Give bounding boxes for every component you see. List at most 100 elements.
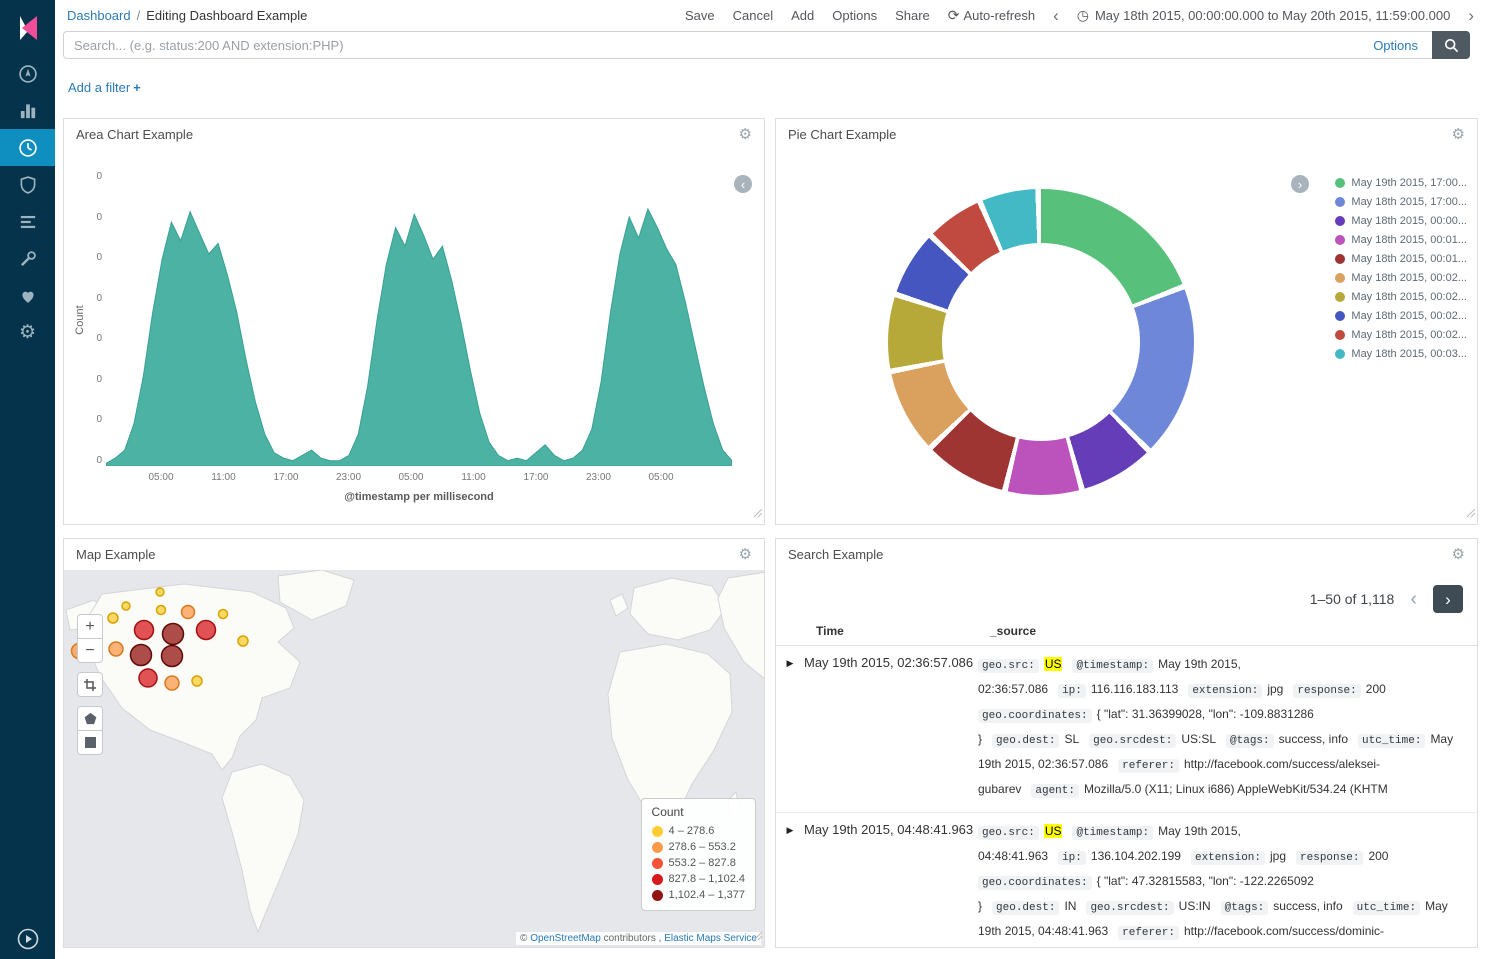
map-legend-item: 827.8 – 1,102.4 xyxy=(652,871,745,887)
world-map[interactable]: + − Count 4 – 278.6278.6 – 55 xyxy=(64,570,764,947)
panel-gear-button[interactable]: ⚙ xyxy=(1452,547,1465,562)
y-tick: 0 xyxy=(96,252,102,263)
legend-item[interactable]: May 18th 2015, 17:00... xyxy=(1335,192,1467,211)
zoom-out-button[interactable]: − xyxy=(77,638,103,663)
breadcrumb-current: Editing Dashboard Example xyxy=(146,8,307,23)
legend-label: May 18th 2015, 00:00... xyxy=(1351,215,1467,227)
legend-item[interactable]: May 18th 2015, 00:02... xyxy=(1335,325,1467,344)
sidebar-item-visualize[interactable] xyxy=(0,92,55,129)
panel-title: Area Chart Example xyxy=(76,127,193,142)
time-forward-chevron[interactable]: › xyxy=(1468,7,1474,24)
prev-page-button[interactable]: ‹ xyxy=(1406,589,1421,609)
kibana-logo-icon xyxy=(13,13,43,43)
query-options-link[interactable]: Options xyxy=(1373,38,1418,53)
sidebar-item-security[interactable] xyxy=(0,166,55,203)
topnav-options-button[interactable]: Options xyxy=(832,8,877,23)
polygon-icon xyxy=(84,712,97,725)
map-legend-color-dot xyxy=(652,890,663,901)
area-chart-plot xyxy=(106,176,732,466)
legend-label: May 18th 2015, 00:01... xyxy=(1351,234,1467,246)
legend-item[interactable]: May 18th 2015, 00:02... xyxy=(1335,287,1467,306)
field-name-badge: geo.srcdest: xyxy=(1086,901,1173,915)
field-value: 200 xyxy=(1368,849,1388,863)
field-name-badge: @tags: xyxy=(1226,734,1274,748)
zoom-in-button[interactable]: + xyxy=(77,614,103,639)
legend-item[interactable]: May 18th 2015, 00:00... xyxy=(1335,211,1467,230)
legend-item[interactable]: May 18th 2015, 00:02... xyxy=(1335,268,1467,287)
field-name-badge: utc_time: xyxy=(1353,901,1420,915)
panel-gear-button[interactable]: ⚙ xyxy=(1452,127,1465,142)
fit-bounds-button[interactable] xyxy=(77,672,103,697)
map-legend-color-dot xyxy=(652,842,663,853)
x-tick: 11:00 xyxy=(461,472,485,483)
refresh-icon: ⟳ xyxy=(948,7,960,23)
map-legend-range: 4 – 278.6 xyxy=(669,825,715,837)
draw-rectangle-button[interactable] xyxy=(77,730,103,755)
table-row[interactable]: ▶May 19th 2015, 04:48:41.963geo.src:US@t… xyxy=(776,813,1477,948)
map-attribution: © OpenStreetMap contributors , Elastic M… xyxy=(516,932,761,945)
time-range-text: May 18th 2015, 00:00:00.000 to May 20th … xyxy=(1095,8,1450,23)
field-value: success, info xyxy=(1279,732,1348,746)
search-button[interactable] xyxy=(1432,31,1470,59)
kibana-logo[interactable] xyxy=(0,0,55,55)
legend-item[interactable]: May 18th 2015, 00:01... xyxy=(1335,230,1467,249)
topnav-save-button[interactable]: Save xyxy=(685,8,715,23)
resize-handle[interactable] xyxy=(754,928,763,946)
sidebar-item-dashboard[interactable] xyxy=(0,129,55,166)
collapse-nav-button[interactable] xyxy=(0,927,55,951)
search-input[interactable] xyxy=(64,38,1359,53)
field-name-badge: referer: xyxy=(1118,926,1179,940)
add-filter-link[interactable]: Add a filter+ xyxy=(68,80,141,95)
openstreetmap-link[interactable]: OpenStreetMap xyxy=(530,933,601,944)
sidebar-item-dev-tools[interactable] xyxy=(0,240,55,277)
map-controls: + − xyxy=(77,614,103,755)
map-legend: Count 4 – 278.6278.6 – 553.2553.2 – 827.… xyxy=(641,798,756,911)
sidebar-item-discover[interactable] xyxy=(0,55,55,92)
sidebar-item-monitoring[interactable] xyxy=(0,277,55,314)
legend-item[interactable]: May 18th 2015, 00:02... xyxy=(1335,306,1467,325)
query-bar: Options xyxy=(63,31,1470,59)
field-value: Mozilla/5.0 (X11; Linux i686) AppleWebKi… xyxy=(1084,782,1388,796)
field-name-badge: geo.srcdest: xyxy=(1089,734,1176,748)
topnav-cancel-button[interactable]: Cancel xyxy=(733,8,773,23)
legend-item[interactable]: May 18th 2015, 00:01... xyxy=(1335,249,1467,268)
sidebar-item-timelion[interactable] xyxy=(0,203,55,240)
panel-title: Map Example xyxy=(76,547,155,562)
column-header-time[interactable]: Time xyxy=(816,624,990,638)
expand-row-caret[interactable]: ▶ xyxy=(776,653,804,669)
x-tick: 11:00 xyxy=(211,472,235,483)
table-row[interactable]: ▶May 19th 2015, 02:36:57.086geo.src:US@t… xyxy=(776,646,1477,813)
legend-label: May 18th 2015, 00:02... xyxy=(1351,329,1467,341)
sidebar-item-management[interactable]: ⚙ xyxy=(0,314,55,351)
auto-refresh-button[interactable]: ⟳Auto-refresh xyxy=(948,7,1035,24)
legend-toggle-icon[interactable]: › xyxy=(1291,175,1309,193)
field-name-badge: utc_time: xyxy=(1358,734,1425,748)
next-page-button[interactable]: › xyxy=(1433,585,1463,613)
donut-chart xyxy=(888,189,1194,495)
field-name-badge: geo.src: xyxy=(978,659,1039,673)
elastic-maps-service-link[interactable]: Elastic Maps Service xyxy=(664,933,757,944)
gear-icon: ⚙ xyxy=(19,321,36,344)
map-legend-item: 1,102.4 – 1,377 xyxy=(652,887,745,903)
time-range-picker[interactable]: ◷ May 18th 2015, 00:00:00.000 to May 20t… xyxy=(1077,7,1451,24)
time-back-chevron[interactable]: ‹ xyxy=(1053,7,1059,24)
bar-chart-icon xyxy=(17,100,39,122)
panel-gear-button[interactable]: ⚙ xyxy=(739,127,752,142)
topnav-add-button[interactable]: Add xyxy=(791,8,814,23)
legend-item[interactable]: May 19th 2015, 17:00... xyxy=(1335,173,1467,192)
y-tick: 0 xyxy=(96,171,102,182)
legend-color-dot xyxy=(1335,254,1345,264)
panel-gear-button[interactable]: ⚙ xyxy=(739,547,752,562)
legend-item[interactable]: May 18th 2015, 00:03... xyxy=(1335,344,1467,363)
compass-icon xyxy=(17,63,39,85)
breadcrumb-dashboard-link[interactable]: Dashboard xyxy=(67,8,131,23)
legend-toggle-icon[interactable]: ‹ xyxy=(734,175,752,193)
expand-row-caret[interactable]: ▶ xyxy=(776,820,804,836)
field-name-badge: @timestamp: xyxy=(1072,659,1153,673)
resize-handle[interactable] xyxy=(754,505,763,523)
field-name-badge: @tags: xyxy=(1221,901,1269,915)
topnav-share-button[interactable]: Share xyxy=(895,8,930,23)
map-legend-range: 827.8 – 1,102.4 xyxy=(669,873,745,885)
draw-polygon-button[interactable] xyxy=(77,706,103,731)
resize-handle[interactable] xyxy=(1467,505,1476,523)
